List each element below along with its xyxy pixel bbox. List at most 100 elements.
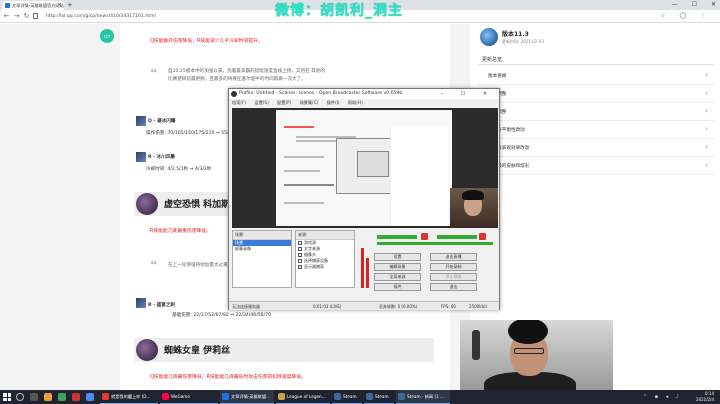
checkbox[interactable] [298,265,302,269]
league-icon [278,393,285,400]
scenes-header: 场景: [233,231,291,240]
stop-stream-button[interactable]: 退出直播 [430,253,477,261]
obs-menu-help[interactable]: 帮助(H) [348,100,363,105]
taskbar-app[interactable]: WeGame [160,390,218,404]
app-icon[interactable] [72,393,80,401]
preview-text-line [284,156,324,158]
taskbar-app[interactable]: 文章详情-英雄联盟... [220,390,274,404]
checkbox[interactable] [298,247,302,251]
new-tab-button[interactable]: + [67,1,73,9]
exit-button[interactable]: 退出 [430,283,477,291]
obs-menu-settings[interactable]: 设置(S) [254,100,268,105]
toc-divider [478,64,714,65]
obs-menu-plugins[interactable]: 插件(I) [327,100,340,105]
task-view-icon[interactable] [30,393,38,401]
obs-scenes-panel: 场景: 场景 屏幕录像 [232,230,292,288]
preview-browser-capture [276,110,452,226]
obs-title-bar[interactable]: Profile: Untitled - Scenes: scenes - Ope… [229,89,499,99]
back-icon[interactable]: ← [2,12,11,21]
desktop-speaker-icon[interactable] [479,233,486,240]
skill-r2-detail: 基础伤害: 22/37/52/67/82 ⇒ 22/34/46/58/70 [172,313,271,318]
app-icon [102,393,109,400]
webcam-glasses [514,348,544,354]
windows-start-icon[interactable] [3,393,11,401]
settings-button[interactable]: 设置 [374,253,421,261]
toc-item[interactable]: 世界级的皮肤和炫彩 › [478,158,714,175]
audio-meter-bar [361,248,364,288]
minimize-button[interactable]: — [672,0,678,10]
skill-r-icon [136,152,146,162]
lock-icon [33,13,38,19]
start-recording-button[interactable]: 开始录制 [430,263,477,271]
system-tray-icons[interactable]: ⌃ ▪ ◂ ♪ [643,394,682,400]
scene-item[interactable]: 屏幕录像 [233,246,291,252]
forward-icon[interactable]: → [12,12,21,21]
skill-q-name: Q - 凝冰闪耀 [148,119,176,124]
chevron-right-icon: › [705,125,708,133]
checkbox[interactable] [298,259,302,263]
favicon-icon [5,3,10,8]
mic-volume-slider[interactable] [377,235,417,239]
mic-speaker-icon[interactable] [421,233,428,240]
reload-icon[interactable]: ↻ [22,12,31,21]
chevron-right-icon: › [705,107,708,115]
clock[interactable]: 0:14 2021/2/4 [696,391,714,403]
toc-title: 更新总览 [482,57,503,63]
chevron-right-icon: › [705,161,708,169]
taskbar-app[interactable]: League of Legen... [276,390,330,404]
toc-item-label: 版本要闻 [488,74,507,79]
champion-header-elise: 蜘蛛女皇 伊莉丝 [134,338,434,362]
status-bitrate: 2500kb/s [469,304,488,309]
status-connection: 无法连接服务器 [232,304,260,309]
taskbar-app[interactable]: Steam [364,390,394,404]
source-label: 文字来源 [304,246,320,251]
obs-menu-scene-collection[interactable]: 场景集(C) [300,100,319,105]
preview-sidebar [390,126,448,226]
toolbar-icons[interactable]: ☆ ◯ ⋮ [660,12,712,19]
toc-item[interactable]: 版本要闻 › [478,68,714,85]
obs-window: Profile: Untitled - Scenes: scenes - Ope… [228,88,500,310]
obs-menu-profile[interactable]: 配置(P) [277,100,291,105]
source-label: 摄像头 [304,252,316,257]
toc-item[interactable]: 大乱斗平衡性改动 › [478,122,714,139]
plugins-button[interactable]: 插件 [374,283,421,291]
red-summary-mid: R技能能几底最重伤害降低。 [150,229,211,234]
obs-sources-panel: 来源: 游戏源 文字来源 摄像头 选择捕获设备 显示器捕获 [295,230,355,288]
obs-menu-file[interactable]: 档案(F) [232,100,246,105]
checkbox[interactable] [298,241,302,245]
search-icon[interactable] [16,393,24,401]
checkbox[interactable] [298,253,302,257]
tab-close-icon[interactable]: × [58,1,62,10]
desktop-volume-slider[interactable] [437,235,477,239]
obs-status-bar: 无法连接服务器 0:01:03 (LIVE) 丢弃帧数: 0 (0.00%) F… [229,301,499,310]
stop-preview-button[interactable]: 停止预览 [430,273,477,281]
obs-title: Profile: Untitled - Scenes: scenes - Ope… [239,91,403,96]
red-summary-top: Q技能额外伤害降低，R技能减少几乎冷却时间提升。 [150,39,263,44]
volume-level-bar [377,242,493,245]
browser-icon[interactable] [86,393,94,401]
toc-item[interactable]: 道具调整› [478,104,714,121]
sources-header: 来源: [296,231,354,240]
browser-icon [222,393,229,400]
quote-icon: ❝ [150,66,158,80]
toc-item[interactable]: 时装及表观效果改动 › [478,140,714,157]
browser-tab[interactable]: 文章详情-英雄联盟官方网站 × [2,1,64,10]
global-sources-button[interactable]: 全局来源 [374,273,421,281]
source-item[interactable]: 显示器捕获 [296,264,354,270]
maximize-button[interactable]: ☐ [692,0,697,10]
taskbar-app[interactable]: Steam - 新闻 (1 ... [396,390,450,404]
edit-scene-button[interactable]: 编辑场景 [374,263,421,271]
obs-preview [232,108,498,228]
store-icon[interactable] [58,393,66,401]
file-explorer-icon[interactable] [44,393,52,401]
taskbar-app[interactable]: 就是我的魔上你 (D... [100,390,158,404]
toc-item[interactable]: 英雄调整› [478,86,714,103]
obs-window-buttons[interactable]: – ☐ ✕ [441,89,495,99]
comment-icon[interactable]: ▭ [100,29,114,43]
close-window-button[interactable]: ✕ [711,0,716,10]
skill-r2-icon [136,298,146,308]
champion-name: 虚空恐惧 科加斯 [164,200,231,210]
source-label: 游戏源 [304,240,316,245]
taskbar-app[interactable]: Steam [332,390,362,404]
champion-avatar-2 [136,339,158,361]
